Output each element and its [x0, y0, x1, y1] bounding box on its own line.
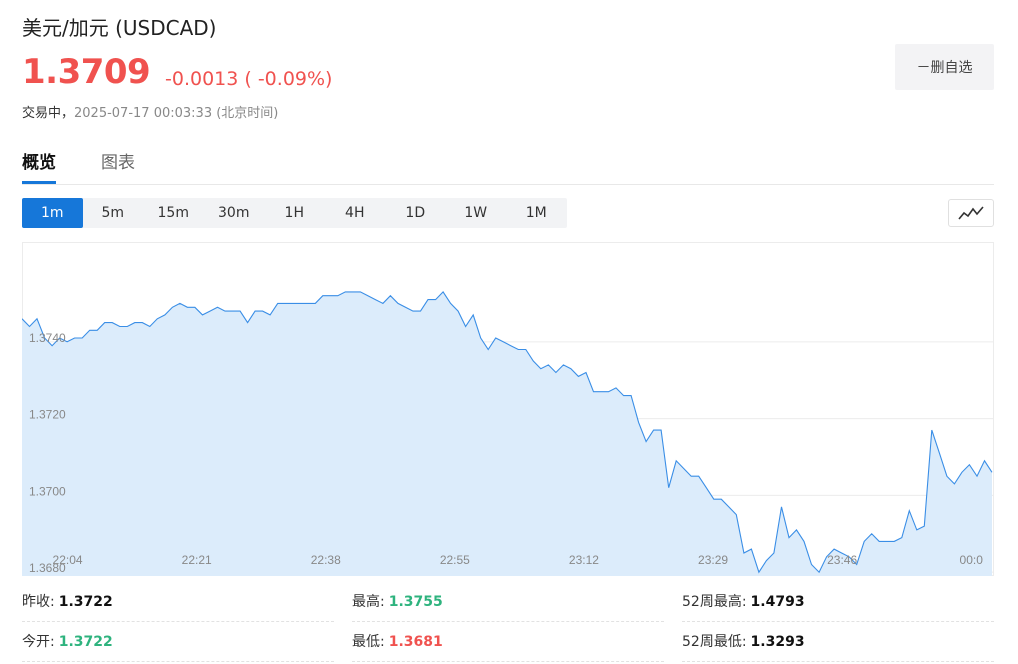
x-tick-label: 22:04	[53, 553, 83, 567]
period-1h[interactable]: 1H	[264, 198, 325, 228]
tab-bar: 概览 图表	[22, 148, 994, 185]
stat-52w-high: 52周最高: 1.4793	[682, 584, 994, 622]
y-tick-label: 1.3740	[29, 331, 66, 345]
stat-open: 今开: 1.3722	[22, 624, 334, 662]
instrument-title: 美元/加元 (USDCAD)	[22, 16, 217, 40]
y-tick-label: 1.3700	[29, 484, 66, 498]
chart-type-button[interactable]	[948, 199, 994, 227]
period-4h[interactable]: 4H	[325, 198, 386, 228]
x-tick-label: 23:29	[698, 553, 728, 567]
period-15m[interactable]: 15m	[143, 198, 204, 228]
stat-low: 最低: 1.3681	[352, 624, 664, 662]
status-label: 交易中，	[22, 106, 75, 121]
x-tick-label: 23:46	[827, 553, 857, 567]
period-selector: 1m 5m 15m 30m 1H 4H 1D 1W 1M	[22, 198, 567, 228]
stat-52w-low: 52周最低: 1.3293	[682, 624, 994, 662]
price-chart[interactable]: 1.37401.37201.37001.3680 22:04 22:21 22:38…	[22, 242, 994, 576]
price-change: -0.0013 ( -0.09%)	[165, 68, 333, 90]
remove-favorite-button[interactable]: －删自选	[895, 44, 994, 90]
timestamp: 2025-07-17 00:03:33 (北京时间)	[74, 106, 279, 121]
line-chart-icon	[958, 206, 984, 220]
stat-prev-close: 昨收: 1.3722	[22, 584, 334, 622]
x-tick-label: 23:12	[569, 553, 599, 567]
period-30m[interactable]: 30m	[204, 198, 265, 228]
x-tick-label: 00:0	[960, 553, 984, 567]
period-1m[interactable]: 1m	[22, 198, 83, 228]
stat-high: 最高: 1.3755	[352, 584, 664, 622]
x-tick-label: 22:38	[311, 553, 341, 567]
last-price: 1.3709	[22, 52, 151, 92]
period-1mo[interactable]: 1M	[506, 198, 567, 228]
tab-overview[interactable]: 概览	[22, 148, 56, 184]
y-tick-label: 1.3720	[29, 408, 66, 422]
x-tick-label: 22:21	[182, 553, 212, 567]
trading-status: 交易中，2025-07-17 00:03:33 (北京时间)	[22, 102, 278, 121]
period-5m[interactable]: 5m	[83, 198, 144, 228]
period-1d[interactable]: 1D	[385, 198, 446, 228]
tab-chart[interactable]: 图表	[101, 148, 135, 184]
period-1w[interactable]: 1W	[446, 198, 507, 228]
x-tick-label: 22:55	[440, 553, 470, 567]
